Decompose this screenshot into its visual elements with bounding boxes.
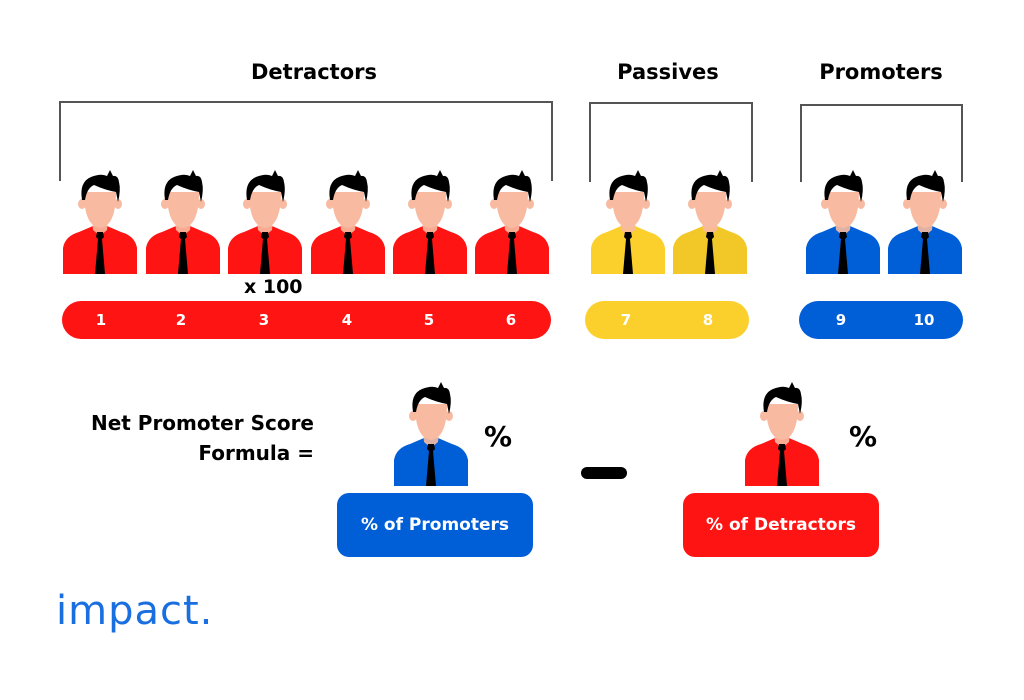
detractors-heading: Detractors bbox=[250, 60, 377, 84]
detractor-person-icon bbox=[391, 170, 469, 274]
detractor-person-icon bbox=[144, 170, 222, 274]
detractor-person-icon bbox=[309, 170, 387, 274]
formula-label-line1: Net Promoter Score bbox=[90, 411, 314, 435]
detractors-percentage-box: % of Detractors bbox=[683, 493, 879, 557]
score-5: 5 bbox=[423, 311, 435, 329]
detractor-percent-symbol: % bbox=[849, 420, 878, 453]
score-10: 10 bbox=[913, 311, 935, 329]
score-9: 9 bbox=[835, 311, 847, 329]
passive-person-icon bbox=[671, 170, 749, 274]
passive-person-icon bbox=[589, 170, 667, 274]
score-3: 3 bbox=[258, 311, 270, 329]
multiplier-label: x 100 bbox=[244, 276, 303, 298]
promoter-person-icon bbox=[886, 170, 964, 274]
detractor-person-icon bbox=[473, 170, 551, 274]
score-6: 6 bbox=[505, 311, 517, 329]
detractor-person-icon bbox=[743, 382, 821, 486]
passives-heading: Passives bbox=[617, 60, 719, 84]
impact-logo: impact. bbox=[56, 588, 214, 634]
detractor-person-icon bbox=[226, 170, 304, 274]
promoters-score-pill: 9 10 bbox=[799, 301, 963, 339]
detractor-person-icon bbox=[61, 170, 139, 274]
formula-label-line2: Formula = bbox=[198, 441, 314, 465]
formula-label: Net Promoter Score Formula = bbox=[40, 408, 314, 468]
promoters-percentage-box: % of Promoters bbox=[337, 493, 533, 557]
score-7: 7 bbox=[620, 311, 632, 329]
score-8: 8 bbox=[702, 311, 714, 329]
promoter-person-icon bbox=[804, 170, 882, 274]
score-4: 4 bbox=[341, 311, 353, 329]
score-2: 2 bbox=[175, 311, 187, 329]
detractors-bracket bbox=[59, 101, 553, 181]
promoter-person-icon bbox=[392, 382, 470, 486]
passives-score-pill: 78 bbox=[585, 301, 749, 339]
minus-operator bbox=[581, 467, 627, 479]
promoter-percent-symbol: % bbox=[484, 420, 513, 453]
score-1: 1 bbox=[95, 311, 107, 329]
detractors-score-pill: 1 2 3 4 5 6 bbox=[62, 301, 551, 339]
promoters-heading: Promoters bbox=[819, 60, 943, 84]
